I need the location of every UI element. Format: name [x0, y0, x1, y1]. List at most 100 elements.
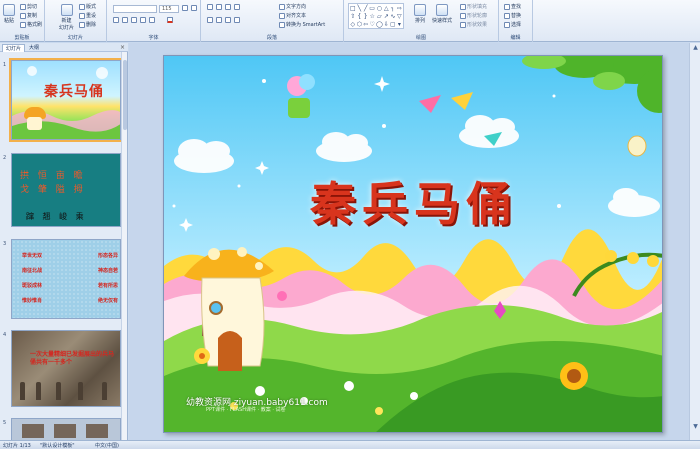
justify-icon — [234, 17, 240, 23]
justify-button[interactable] — [234, 17, 240, 23]
slide-thumbnail-5[interactable] — [11, 418, 121, 440]
line-icon[interactable]: ╲ — [357, 5, 362, 12]
thumbnail-text: 一次大量精细已发掘展出的兵马俑共有一千多个 — [30, 351, 115, 366]
align-left-button[interactable] — [207, 17, 213, 23]
editing-group-label: 编辑 — [510, 35, 521, 41]
rectangle-icon[interactable]: ▱ — [376, 13, 383, 20]
smartart-button[interactable]: 转换为 SmartArt — [279, 21, 325, 28]
hexagon-icon[interactable]: ⬡ — [357, 21, 362, 28]
italic-button[interactable] — [122, 17, 128, 23]
copy-button[interactable]: 复制 — [20, 12, 37, 19]
line-icon[interactable]: ╱ — [363, 5, 368, 12]
indent-right-icon — [234, 4, 240, 10]
bracket-icon[interactable]: { — [357, 13, 362, 20]
quick-styles-button[interactable]: 快速样式 — [432, 4, 452, 24]
slides-group: 新建 幻灯片 版式 重设 删除 幻灯片 — [45, 0, 107, 42]
new-slide-button[interactable]: 新建 幻灯片 — [59, 4, 74, 31]
numbering-button[interactable] — [216, 4, 222, 10]
slide-thumbnail-4[interactable]: 一次大量精细已发掘展出的兵马俑共有一千多个 — [11, 330, 121, 407]
slide-thumbnail-3[interactable]: 举世无双 形态各异 南征北战 神态自若 斑驳成林 若有所思 惟妙惟肖 绝无仅有 — [11, 239, 121, 319]
slide-number: 1 — [3, 62, 7, 68]
more-shapes-icon[interactable]: ▾ — [397, 21, 402, 28]
clipboard-group-label: 剪贴板 — [14, 35, 30, 41]
heart-icon[interactable]: ♡ — [369, 21, 375, 28]
font-size-combo[interactable]: 115 — [159, 5, 179, 13]
tab-outline[interactable]: 大纲 — [26, 44, 42, 52]
line-icon[interactable]: ┐ — [390, 5, 396, 12]
bullets-button[interactable] — [207, 4, 213, 10]
arrow-icon[interactable]: ↗ — [384, 13, 389, 20]
rectangle-icon[interactable]: ▭ — [369, 5, 375, 12]
triangle-icon[interactable]: ▽ — [397, 13, 402, 20]
scroll-down-icon[interactable]: ▼ — [691, 423, 700, 430]
triangle-icon[interactable]: △ — [384, 5, 389, 12]
select-button[interactable]: 选择 — [504, 21, 521, 28]
bold-button[interactable] — [113, 17, 119, 23]
shape-outline-button[interactable]: 形状轮廓 — [460, 12, 487, 19]
shrink-font-button[interactable] — [191, 5, 197, 11]
slides-panel: 幻灯片 大纲 × 1 秦兵马俑 2 拱 恒 亩 瞻 戈 肇 隘 拇 蹿 翘 峻 … — [0, 43, 128, 440]
delete-slide-button[interactable]: 删除 — [79, 21, 96, 28]
paste-button[interactable]: 粘贴 — [3, 4, 15, 24]
increase-indent-button[interactable] — [234, 4, 240, 10]
callout-icon[interactable]: ▢ — [390, 21, 396, 28]
arrow-icon[interactable]: ⇦ — [363, 21, 368, 28]
font-name-combo[interactable] — [113, 5, 157, 13]
cut-button[interactable]: 剪切 — [20, 3, 37, 10]
bracket-icon[interactable]: } — [363, 13, 368, 20]
slide-thumbnail-1[interactable]: 秦兵马俑 — [9, 58, 123, 142]
align-right-button[interactable] — [225, 17, 231, 23]
slide-number: 3 — [3, 241, 7, 247]
arrange-button[interactable]: 排列 — [414, 4, 426, 24]
scroll-up-icon[interactable]: ▲ — [691, 44, 700, 51]
diamond-icon[interactable]: ◇ — [350, 21, 356, 28]
italic-icon — [122, 17, 128, 23]
word-row: 南征北战 神态自若 — [22, 268, 118, 274]
strikethrough-button[interactable] — [149, 17, 155, 23]
shapes-gallery[interactable]: □ ╲ ╱ ▭ ○ △ ┐ ⇨ ⇧{} ☆ ▱ ↗ ∿ ▽ ◇ ⬡ ⇦ ♡ ◯ ⇩ ▢ ▾ — [348, 3, 404, 29]
decrease-indent-button[interactable] — [225, 4, 231, 10]
rectangle-icon[interactable]: □ — [350, 5, 356, 12]
effects-icon — [460, 21, 466, 28]
language-indicator[interactable]: 中文(中国) — [95, 442, 119, 449]
photo-block — [54, 424, 76, 438]
format-painter-button[interactable]: 格式刷 — [20, 21, 42, 28]
align-text-button[interactable]: 对齐文本 — [279, 12, 306, 19]
panel-scrollbar-thumb[interactable] — [123, 60, 127, 130]
copy-icon — [20, 12, 26, 19]
shape-fill-button[interactable]: 形状填充 — [460, 3, 487, 10]
oval-icon[interactable]: ◯ — [376, 21, 383, 28]
tab-slides[interactable]: 幻灯片 — [2, 44, 26, 52]
editor-scrollbar[interactable]: ▲ ▼ — [689, 43, 700, 440]
arrow-icon[interactable]: ⇧ — [350, 13, 356, 20]
thumbnail-title: 秦兵马俑 — [44, 84, 104, 100]
shape-effects-button[interactable]: 形状效果 — [460, 21, 487, 28]
grow-font-button[interactable] — [182, 5, 188, 11]
shadow-icon — [140, 17, 146, 23]
align-text-icon — [279, 12, 285, 19]
curve-icon[interactable]: ∿ — [390, 13, 396, 20]
text-direction-button[interactable]: 文字方向 — [279, 3, 306, 10]
panel-scrollbar[interactable] — [121, 52, 127, 440]
replace-button[interactable]: 替换 — [504, 12, 521, 19]
shadow-button[interactable] — [140, 17, 146, 23]
layout-button[interactable]: 版式 — [79, 3, 96, 10]
grow-font-icon — [182, 5, 188, 11]
oval-icon[interactable]: ○ — [376, 5, 383, 12]
slide-thumbnail-2[interactable]: 拱 恒 亩 瞻 戈 肇 隘 拇 蹿 翘 峻 乘 — [11, 153, 121, 227]
arrow-icon[interactable]: ⇩ — [384, 21, 389, 28]
find-button[interactable]: 查找 — [504, 3, 521, 10]
slide-title[interactable]: 秦兵马俑 — [164, 168, 662, 234]
star-icon[interactable]: ☆ — [369, 13, 375, 20]
align-left-icon — [207, 17, 213, 23]
reset-button[interactable]: 重设 — [79, 12, 96, 19]
underline-button[interactable] — [131, 17, 137, 23]
align-center-button[interactable] — [216, 17, 222, 23]
current-slide[interactable]: 秦兵马俑 幼教资源网 ziyuan.baby611.com PPT课件 · FL… — [163, 55, 663, 433]
arrow-icon[interactable]: ⇨ — [397, 5, 402, 12]
bold-icon — [113, 17, 119, 23]
panel-tabs: 幻灯片 大纲 × — [0, 43, 128, 52]
close-icon[interactable]: × — [120, 44, 125, 51]
thumbnail-text-line: 戈 肇 隘 拇 — [20, 185, 86, 195]
font-color-button[interactable] — [167, 17, 173, 23]
